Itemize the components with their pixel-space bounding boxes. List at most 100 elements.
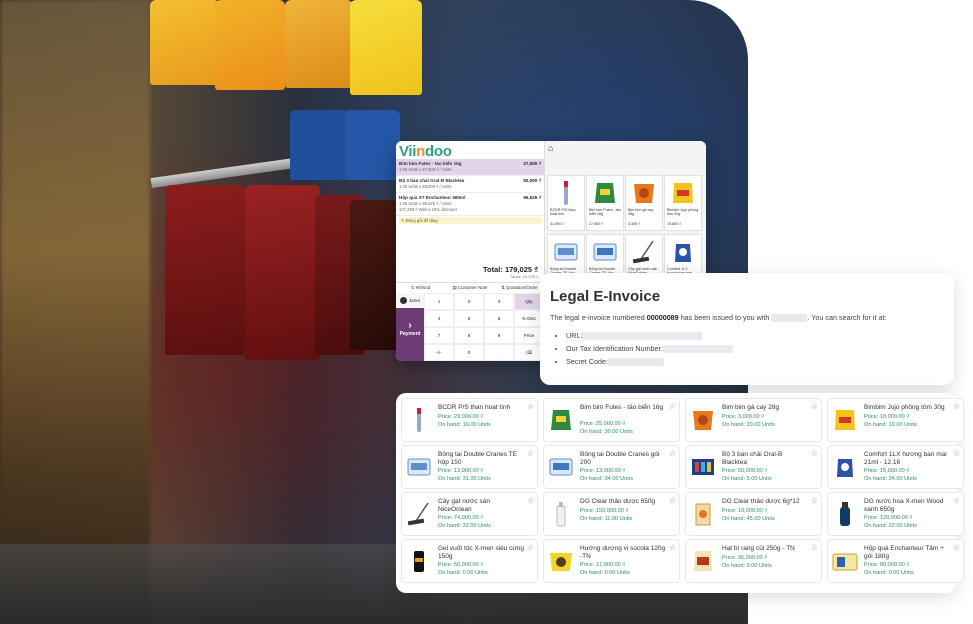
- star-icon[interactable]: ☆: [953, 449, 960, 458]
- star-icon[interactable]: ☆: [527, 449, 534, 458]
- star-icon[interactable]: ☆: [669, 449, 676, 458]
- product-name: Hộp quà Enchanteur Tâm + gói 180g: [864, 545, 944, 560]
- product-list-item[interactable]: Hướng dương vị socola 120g -TN ☆ Price: 17…: [543, 539, 680, 583]
- product-card-name: Bim bim gà cay 28g: [628, 208, 654, 217]
- product-price: Price: 3,000.00 ₫: [722, 414, 765, 420]
- product-list-item[interactable]: DG Clear thảo dược 6g*12 ☆ Price: 19,000.0…: [685, 492, 822, 536]
- product-name: Bim bim Futes - tảo biển 16g: [580, 404, 664, 411]
- product-name: Gel vuốt tóc X-men siêu cứng 150g: [438, 545, 525, 560]
- numpad-key[interactable]: 0: [454, 344, 484, 361]
- order-lines: Bim bim Futes - tảo biển 16g 27,500 ₫ 1.…: [396, 159, 544, 225]
- coffee-bag: [245, 185, 320, 360]
- toothpaste-icon: [405, 403, 433, 437]
- payment-button[interactable]: › Payment: [396, 308, 424, 361]
- snack-bag-icon: [590, 178, 620, 207]
- numpad-key[interactable]: 6: [484, 310, 514, 327]
- order-line[interactable]: Hộp quà ST Enchanteur 580ml 96,525 ₫ 1.0…: [396, 193, 544, 216]
- product-card[interactable]: Bim bim Futes - tảo biển 16g 27,500 ₫: [586, 175, 624, 231]
- product-list-item[interactable]: Bộ 3 bàn chải Oral-B Blacktea ☆ Price: 50,…: [685, 445, 822, 489]
- product-list-item[interactable]: DG nước hoa X-men Wood xanh 650g ☆ Price: …: [827, 492, 964, 536]
- star-icon[interactable]: ☆: [527, 496, 534, 505]
- product-price: Price: 25,000.00 ₫: [580, 421, 626, 427]
- numpad-key[interactable]: 2: [454, 293, 484, 310]
- product-onhand: On hand: 31.00 Units: [438, 476, 491, 482]
- numpad-key[interactable]: 5: [454, 310, 484, 327]
- product-onhand: On hand: 34.00 Units: [864, 476, 917, 482]
- star-icon[interactable]: ☆: [953, 543, 960, 552]
- product-list-item[interactable]: Bim bim Futes - tảo biển 16g ☆ Price: 25,0…: [543, 398, 680, 442]
- star-icon[interactable]: ☆: [811, 496, 818, 505]
- star-icon[interactable]: ☆: [811, 543, 818, 552]
- product-onhand: On hand: 22.00 Units: [864, 523, 917, 529]
- home-icon[interactable]: ⌂: [548, 143, 553, 153]
- order-line[interactable]: Bộ 3 bàn chải Oral-B Blacktea 50,000 ₫ 1…: [396, 176, 544, 193]
- invoice-text: The legal e-invoice numbered: [550, 313, 645, 322]
- product-card[interactable]: BCDR P/S than hoạt tính 31,900 ₫: [547, 175, 585, 231]
- fabric-softener-icon: [831, 450, 859, 484]
- product-price: Price: 36,000.00 ₫: [722, 555, 768, 561]
- order-note-text: Đóng gói để tặng: [405, 218, 438, 223]
- product-name: Comfort 1LX hương ban mai 21ml - 12.16: [864, 451, 947, 466]
- avatar: [400, 297, 407, 305]
- star-icon[interactable]: ☆: [669, 402, 676, 411]
- product-name: Hướng dương vị socola 120g -TN: [580, 545, 666, 560]
- numpad-key[interactable]: 7: [424, 327, 454, 344]
- numpad-key[interactable]: 9: [484, 327, 514, 344]
- product-onhand: On hand: 30.00 Units: [580, 429, 633, 435]
- star-icon[interactable]: ☆: [953, 402, 960, 411]
- product-card[interactable]: Bimbim Jojo phồng tôm 30g 19,800 ₫: [664, 175, 702, 231]
- star-icon[interactable]: ☆: [811, 449, 818, 458]
- hair-gel-icon: [405, 544, 433, 578]
- product-list-item[interactable]: Hạt bí rang củi 250g - TN ☆ Price: 36,000.…: [685, 539, 822, 583]
- gift-box-icon: [831, 544, 859, 578]
- snack-bag: [285, 0, 353, 88]
- product-card-price: 3,300 ₫: [628, 222, 641, 226]
- product-card[interactable]: Bim bim gà cay 28g 3,300 ₫: [625, 175, 663, 231]
- product-price: Price: 74,000.00 ₫: [438, 515, 484, 521]
- product-price: Price: 15,000.00 ₫: [864, 468, 910, 474]
- product-list-item[interactable]: Hộp quà Enchanteur Tâm + gói 180g ☆ Price:…: [827, 539, 964, 583]
- customer-note-button[interactable]: ▤ Customer Note: [445, 283, 494, 293]
- snack-bag-icon: [547, 403, 575, 437]
- product-price: Price: 150,000.00 ₫: [580, 508, 629, 514]
- star-icon[interactable]: ☆: [527, 402, 534, 411]
- product-list-item[interactable]: Cây gạt nước sàn NiceOclean ☆ Price: 74,00…: [401, 492, 538, 536]
- numpad-key-decimal[interactable]: .: [484, 344, 514, 361]
- order-total: Total: 179,025 ₫: [483, 265, 538, 274]
- numpad-key[interactable]: 1: [424, 293, 454, 310]
- order-taxes: Taxes: 16,275 ₫: [509, 274, 538, 279]
- product-onhand: On hand: 5.00 Units: [722, 476, 772, 482]
- star-icon[interactable]: ☆: [527, 543, 534, 552]
- star-icon[interactable]: ☆: [669, 543, 676, 552]
- product-list-item[interactable]: Gel vuốt tóc X-men siêu cứng 150g ☆ Price:…: [401, 539, 538, 583]
- numpad-key[interactable]: 4: [424, 310, 454, 327]
- order-line[interactable]: Bim bim Futes - tảo biển 16g 27,500 ₫ 1.…: [396, 159, 544, 176]
- quotation-order-button[interactable]: ⇅ Quotation/Order: [495, 283, 544, 293]
- snack-bag: [150, 0, 220, 85]
- snack-bag: [215, 0, 285, 90]
- product-onhand: On hand: 0.00 Units: [864, 570, 914, 576]
- product-list-item[interactable]: Bim bim gà cay 28g ☆ Price: 3,000.00 ₫ On h…: [685, 398, 822, 442]
- product-card-name: Bimbim Jojo phồng tôm 30g: [667, 208, 699, 217]
- product-list-item[interactable]: Bông tai Double Cranes gói 200 ☆ Price: 13…: [543, 445, 680, 489]
- invoice-text: has been issued to you with: [680, 313, 770, 322]
- product-list-item[interactable]: Bimbim Jojo phồng tôm 30g ☆ Price: 18,000.…: [827, 398, 964, 442]
- invoice-url-item: URL:: [566, 331, 733, 341]
- invoice-secret-code-label: Secret Code:: [566, 357, 608, 367]
- product-list-item[interactable]: BCDR P/S than hoạt tính ☆ Price: 29,000.00…: [401, 398, 538, 442]
- product-list-item[interactable]: Comfort 1LX hương ban mai 21ml - 12.16 ☆ P…: [827, 445, 964, 489]
- product-list-item[interactable]: DG Clear thảo dược 650g ☆ Price: 150,000.0…: [543, 492, 680, 536]
- star-icon[interactable]: ☆: [953, 496, 960, 505]
- product-onhand: On hand: 22.00 Units: [438, 523, 491, 529]
- order-line-price: 50,000 ₫: [523, 178, 541, 183]
- refund-button[interactable]: ↻ Refund: [396, 283, 445, 293]
- customer-button[interactable]: Jenni: [396, 293, 424, 308]
- legal-e-invoice-card: Legal E-Invoice The legal e-invoice numb…: [540, 273, 954, 385]
- star-icon[interactable]: ☆: [811, 402, 818, 411]
- numpad-key[interactable]: 8: [454, 327, 484, 344]
- product-list-item[interactable]: Bông tai Double Cranes TE hộp 150 ☆ Price:…: [401, 445, 538, 489]
- numpad-key-plus-minus[interactable]: +/-: [424, 344, 454, 361]
- numpad-key[interactable]: 3: [484, 293, 514, 310]
- star-icon[interactable]: ☆: [669, 496, 676, 505]
- product-price: Price: 50,000.00 ₫: [722, 468, 768, 474]
